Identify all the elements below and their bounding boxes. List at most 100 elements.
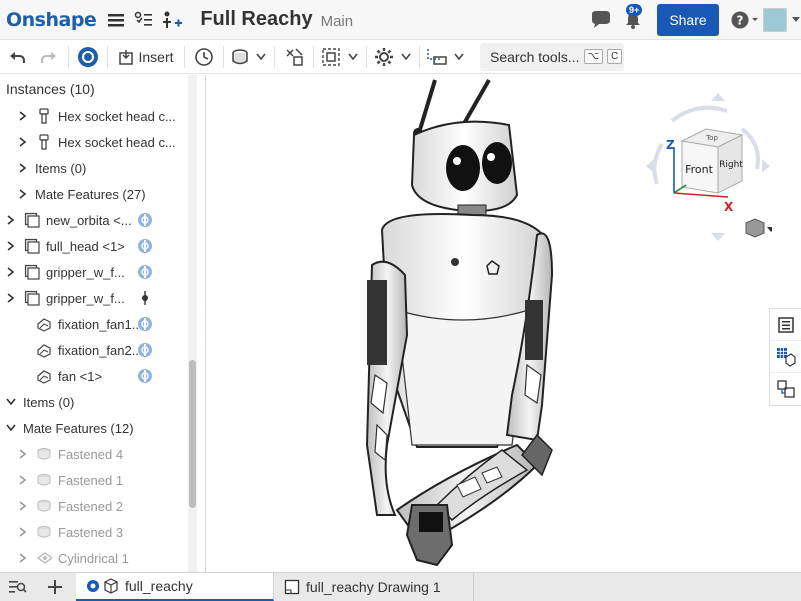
shortcut-key-option: ⌥	[583, 49, 604, 64]
tree-row[interactable]: fan <1>	[0, 363, 205, 389]
link-status-icon[interactable]	[137, 368, 153, 384]
tree-row[interactable]: Fastened 2	[0, 493, 205, 519]
instances-panel: Instances (10) Hex socket head c... Hex s…	[0, 75, 206, 572]
branch-name[interactable]: Main	[321, 13, 354, 30]
tree-row-label: fan <1>	[58, 368, 103, 384]
tree-row[interactable]: Fastened 3	[0, 519, 205, 545]
tree-row[interactable]: fixation_fan2...	[0, 337, 205, 363]
graphics-viewport[interactable]: Top Front Right Z X	[207, 75, 801, 572]
toolbar-divider	[366, 45, 367, 68]
link-status-icon[interactable]	[137, 212, 153, 228]
panel-scrollbar-thumb[interactable]	[189, 360, 196, 508]
tree-row[interactable]: gripper_w_f...	[0, 285, 205, 311]
measure-icon[interactable]	[424, 42, 450, 72]
chevron-placeholder	[16, 369, 30, 383]
view-cube[interactable]: Top Front Right Z X	[642, 89, 772, 249]
instances-heading: Instances (10)	[6, 81, 95, 97]
tree-row-label: gripper_w_f...	[46, 290, 125, 306]
tree-row-label: fixation_fan1...	[58, 316, 143, 332]
chevron-right-icon[interactable]	[16, 525, 30, 539]
undo-icon[interactable]	[0, 42, 34, 72]
group-chevron-down-icon[interactable]	[344, 42, 362, 72]
chevron-down-icon[interactable]	[4, 395, 18, 409]
chevron-right-icon[interactable]	[16, 135, 30, 149]
chevron-right-icon[interactable]	[16, 551, 30, 565]
link-status-icon[interactable]	[137, 238, 153, 254]
tree-row[interactable]: full_head <1>	[0, 233, 205, 259]
part-icon	[36, 134, 52, 150]
chevron-placeholder	[16, 343, 30, 357]
document-tab-bar: full_reachy full_reachy Drawing 1	[0, 572, 801, 601]
toolbar-divider	[274, 45, 275, 68]
document-title[interactable]: Full Reachy	[200, 8, 312, 31]
link-status-icon[interactable]	[137, 316, 153, 332]
tab-full-reachy-drawing[interactable]: full_reachy Drawing 1	[274, 573, 474, 601]
bom-panel-button[interactable]	[770, 341, 801, 373]
chevron-right-icon[interactable]	[16, 473, 30, 487]
tree-row[interactable]: Mate Features (12)	[0, 415, 205, 441]
measure-chevron-down-icon[interactable]	[450, 42, 468, 72]
insert-button[interactable]: Insert	[112, 42, 180, 72]
chevron-right-icon[interactable]	[16, 109, 30, 123]
tree-row[interactable]: gripper_w_f...	[0, 259, 205, 285]
tree-row-label: Hex socket head c...	[58, 108, 176, 124]
mate-connector-icon[interactable]	[228, 42, 252, 72]
group-select-icon[interactable]	[318, 42, 344, 72]
share-button[interactable]: Share	[657, 3, 719, 36]
tree-row[interactable]: Items (0)	[0, 155, 205, 181]
configuration-panel-button[interactable]	[770, 373, 801, 405]
chevron-right-icon[interactable]	[4, 239, 18, 253]
tree-row[interactable]: Items (0)	[0, 389, 205, 415]
chevron-right-icon[interactable]	[16, 161, 30, 175]
chevron-right-icon[interactable]	[16, 187, 30, 201]
feature-list-icon[interactable]	[130, 6, 158, 34]
tree-row[interactable]: Fastened 4	[0, 441, 205, 467]
explode-view-icon[interactable]	[279, 42, 309, 72]
chevron-right-icon[interactable]	[16, 499, 30, 513]
gear-chevron-down-icon[interactable]	[397, 42, 415, 72]
tree-row[interactable]: fixation_fan1...	[0, 311, 205, 337]
help-menu[interactable]: ?	[727, 6, 763, 34]
onshape-mode-icon[interactable]	[73, 42, 103, 72]
comments-icon[interactable]	[587, 6, 615, 34]
chevron-placeholder	[16, 317, 30, 331]
history-icon[interactable]	[189, 42, 219, 72]
chevron-right-icon[interactable]	[4, 213, 18, 227]
tree-row[interactable]: Mate Features (27)	[0, 181, 205, 207]
tree-row-label: Fastened 4	[58, 446, 124, 462]
tree-row[interactable]: new_orbita <...	[0, 207, 205, 233]
appearance-panel-button[interactable]	[770, 309, 801, 341]
chevron-right-icon[interactable]	[4, 265, 18, 279]
link-status-icon[interactable]	[137, 264, 153, 280]
tab-full-reachy[interactable]: full_reachy	[76, 573, 274, 601]
link-status-icon[interactable]	[137, 342, 153, 358]
user-avatar[interactable]	[763, 7, 787, 32]
avatar-chevron-down-icon[interactable]	[791, 6, 801, 34]
toolbar-divider	[223, 45, 224, 68]
tree-row[interactable]: Cylindrical 1	[0, 545, 205, 571]
insert-part-icon[interactable]	[158, 6, 186, 34]
chevron-down-icon[interactable]	[4, 421, 18, 435]
chevron-right-icon[interactable]	[16, 447, 30, 461]
redo-icon[interactable]	[34, 42, 64, 72]
onshape-logo[interactable]: Onshape	[6, 9, 97, 31]
tree-row[interactable]: Hex socket head c...	[0, 103, 205, 129]
view-cube-top-label: Top	[705, 134, 718, 142]
assembly-icon	[24, 290, 40, 306]
tree-row-label: new_orbita <...	[46, 212, 132, 228]
toolbar-divider	[107, 45, 108, 68]
tab-manager-icon[interactable]	[0, 573, 34, 601]
tree-row[interactable]: Hex socket head c...	[0, 129, 205, 155]
chevron-right-icon[interactable]	[4, 291, 18, 305]
menu-icon[interactable]	[102, 6, 130, 34]
mate-chevron-down-icon[interactable]	[252, 42, 270, 72]
tree-row-label: Mate Features (27)	[35, 186, 146, 202]
link-dot-icon[interactable]	[137, 290, 153, 306]
search-tools-button[interactable]: Search tools... ⌥ C	[480, 42, 624, 71]
gear-icon[interactable]	[371, 42, 397, 72]
tree-row-label: fixation_fan2...	[58, 342, 143, 358]
add-tab-icon[interactable]	[34, 573, 76, 601]
insert-label: Insert	[138, 48, 174, 65]
tree-row-label: full_head <1>	[46, 238, 125, 254]
tree-row[interactable]: Fastened 1	[0, 467, 205, 493]
